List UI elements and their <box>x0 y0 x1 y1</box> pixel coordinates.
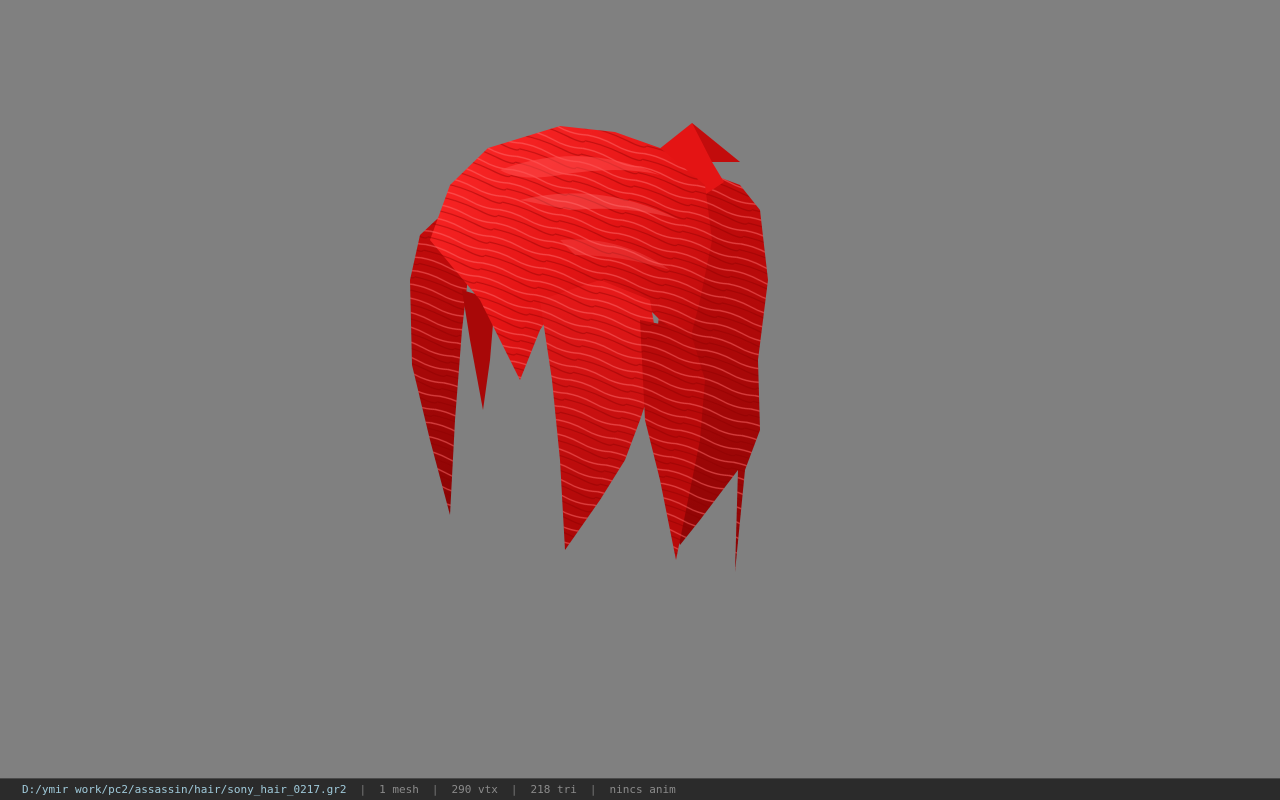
status-separator: | <box>359 783 367 796</box>
animation-status-label: nincs anim <box>609 783 676 796</box>
status-separator: | <box>431 783 439 796</box>
3d-viewport[interactable] <box>0 0 1280 778</box>
hair-model-render <box>410 123 768 572</box>
mesh-count-label: 1 mesh <box>379 783 419 796</box>
vertex-count-label: 290 vtx <box>451 783 498 796</box>
status-separator: | <box>589 783 597 796</box>
status-bar: D:/ymir work/pc2/assassin/hair/sony_hair… <box>0 778 1280 800</box>
file-path-label: D:/ymir work/pc2/assassin/hair/sony_hair… <box>22 783 347 796</box>
status-separator: | <box>510 783 518 796</box>
triangle-count-label: 218 tri <box>530 783 577 796</box>
